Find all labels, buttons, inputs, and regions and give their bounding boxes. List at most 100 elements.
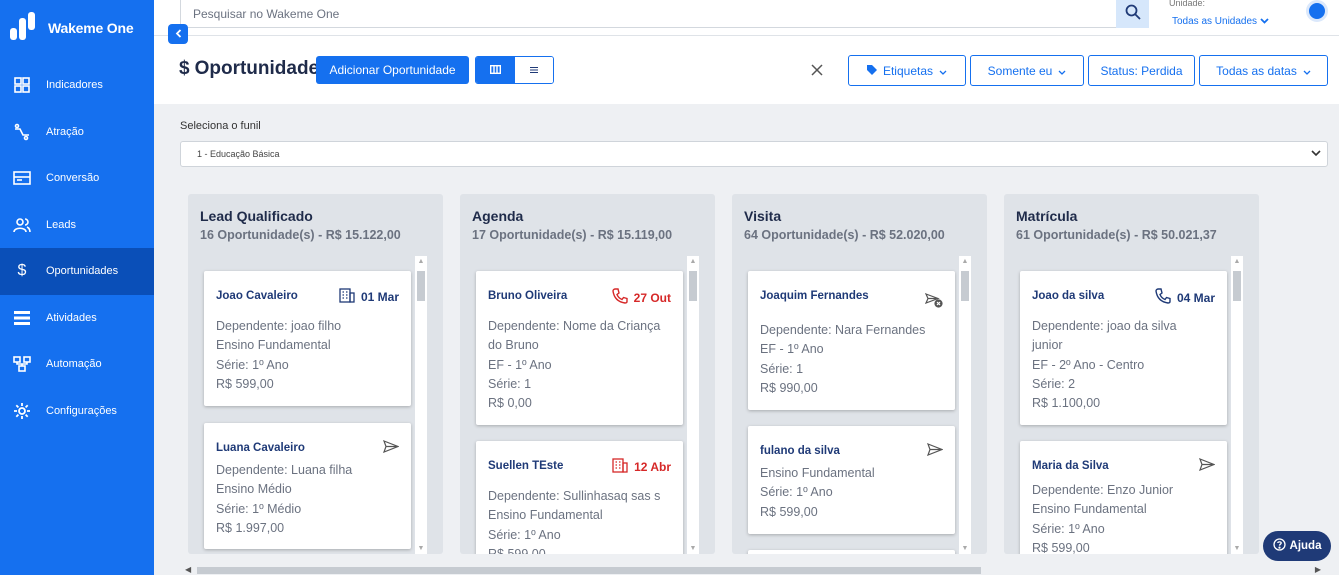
users-icon xyxy=(12,215,32,235)
tags-filter-label: Etiquetas xyxy=(882,63,934,78)
scroll-down-icon: ▼ xyxy=(961,545,969,552)
opportunity-card[interactable]: Luana Cavaleiro Dependente: Luana filha … xyxy=(204,423,411,549)
unit-label: Unidade: xyxy=(1169,0,1206,8)
card-meta: 04 Mar xyxy=(1155,288,1215,307)
card-line: R$ 1.997,00 xyxy=(216,520,285,535)
opportunity-card[interactable]: Joao da silva 04 Mar Dependente: joao da… xyxy=(1020,271,1227,425)
column-summary: 61 Oportunidade(s) - R$ 50.021,37 xyxy=(1016,228,1217,242)
collapse-sidebar-button[interactable] xyxy=(168,24,188,44)
sidebar-item-label: Conversão xyxy=(46,172,100,185)
sidebar-item-label: Leads xyxy=(46,218,76,231)
opportunity-card[interactable]: Bruno Oliveira 27 Out Dependente: Nome d… xyxy=(476,271,683,425)
card-line: R$ 599,00 xyxy=(1032,540,1090,554)
card-line: R$ 0,00 xyxy=(488,396,532,411)
tags-filter-button[interactable]: Etiquetas xyxy=(848,55,966,86)
sidebar-item-leads[interactable]: Leads xyxy=(0,202,154,249)
scroll-thumb[interactable] xyxy=(197,567,981,574)
card-line: Série: 1º Ano xyxy=(760,485,833,500)
sidebar-item-oportunidades[interactable]: $ Oportunidades xyxy=(0,248,154,295)
status-filter-button[interactable]: Status: Perdida xyxy=(1088,55,1195,86)
card-line: Série: 1º Ano xyxy=(488,527,561,542)
card-line: Dependente: Luana filha xyxy=(216,463,353,477)
sidebar-item-label: Oportunidades xyxy=(46,265,119,278)
gear-icon xyxy=(12,401,32,421)
scroll-thumb[interactable] xyxy=(961,271,969,301)
help-icon xyxy=(1272,538,1286,554)
sidebar-item-label: Automação xyxy=(46,358,102,371)
card-date: 04 Mar xyxy=(1176,290,1215,305)
card-meta: 12 Abr xyxy=(612,458,671,476)
kanban-column-matricula: Matrícula 61 Oportunidade(s) - R$ 50.021… xyxy=(1004,194,1259,554)
opportunity-card[interactable]: fulano da silva Ensino Fundamental Série… xyxy=(748,426,955,534)
sidebar-item-conversao[interactable]: Conversão xyxy=(0,155,154,202)
scroll-thumb[interactable] xyxy=(1233,271,1241,301)
unit-selector[interactable]: Todas as Unidades xyxy=(1172,16,1269,27)
sidebar-item-configuracoes[interactable]: Configurações xyxy=(0,388,154,435)
automation-icon xyxy=(12,354,32,374)
kanban-column-agenda: Agenda 17 Oportunidade(s) - R$ 15.119,00… xyxy=(460,194,715,554)
add-opportunity-button[interactable]: Adicionar Oportunidade xyxy=(316,56,469,84)
card-meta: 01 Mar xyxy=(339,288,399,306)
card-details: Dependente: Sullinhasaq sas s Ensino Fun… xyxy=(488,487,660,554)
card-details: Dependente: joao filho Ensino Fundamenta… xyxy=(216,317,341,394)
scroll-thumb[interactable] xyxy=(689,271,697,301)
opportunity-card[interactable]: Joao Cavaleiro 01 Mar Dependente: joao f… xyxy=(204,271,411,406)
card-name: Joao Cavaleiro xyxy=(216,290,298,302)
sidebar-item-atracao[interactable]: Atração xyxy=(0,109,154,156)
card-meta xyxy=(1198,457,1216,474)
column-scrollbar[interactable]: ▲ ▼ xyxy=(959,256,971,554)
board-horizontal-scrollbar[interactable]: ◀ ▶ xyxy=(183,565,1323,575)
card-meta xyxy=(926,442,944,459)
chevron-down-icon xyxy=(939,64,947,78)
scroll-thumb[interactable] xyxy=(417,271,425,301)
opportunity-card[interactable] xyxy=(748,550,955,554)
brand[interactable]: Wakeme One xyxy=(0,0,154,56)
sidebar-item-automacao[interactable]: Automação xyxy=(0,341,154,388)
card-line: Ensino Fundamental xyxy=(216,338,331,353)
opportunity-card[interactable]: Maria da Silva Dependente: Enzo Junior E… xyxy=(1020,441,1227,554)
card-date: 27 Out xyxy=(633,290,671,305)
chevron-down-icon xyxy=(1260,16,1269,27)
card-name: Luana Cavaleiro xyxy=(216,442,305,454)
funnel-selected-value: 1 - Educação Básica xyxy=(197,149,280,159)
search-placeholder: Pesquisar no Wakeme One xyxy=(193,6,340,21)
help-button[interactable]: Ajuda xyxy=(1263,531,1331,561)
funnel-select[interactable]: 1 - Educação Básica xyxy=(180,141,1328,167)
date-filter-button[interactable]: Todas as datas xyxy=(1199,55,1328,86)
card-line: Ensino Médio xyxy=(216,482,292,497)
scroll-up-icon: ▲ xyxy=(1233,258,1241,265)
search-input[interactable]: Pesquisar no Wakeme One xyxy=(180,0,1120,28)
chevron-down-icon xyxy=(1303,64,1311,78)
opportunity-card[interactable]: Joaquim Fernandes Dependente: Nara Ferna… xyxy=(748,271,955,410)
card-line: junior xyxy=(1032,338,1063,353)
only-me-filter-button[interactable]: Somente eu xyxy=(970,55,1084,86)
avatar[interactable] xyxy=(1306,0,1328,22)
card-line: Série: 1 xyxy=(760,361,804,376)
column-scrollbar[interactable]: ▲ ▼ xyxy=(687,256,699,554)
card-date: 01 Mar xyxy=(360,290,399,304)
search-button[interactable] xyxy=(1116,0,1149,28)
card-line: R$ 990,00 xyxy=(760,380,818,395)
card-date: 12 Abr xyxy=(634,460,671,474)
conversion-icon xyxy=(12,168,32,188)
column-summary: 64 Oportunidade(s) - R$ 52.020,00 xyxy=(744,228,945,242)
logo-icon xyxy=(8,10,38,47)
sidebar-item-atividades[interactable]: Atividades xyxy=(0,295,154,342)
kanban-view-button[interactable] xyxy=(476,57,514,83)
list-view-button[interactable] xyxy=(514,57,553,83)
card-line: Ensino Fundamental xyxy=(488,508,603,523)
app-name: Wakeme One xyxy=(48,20,134,36)
column-scrollbar[interactable]: ▲ ▼ xyxy=(415,256,427,554)
card-line: R$ 599,00 xyxy=(760,504,818,519)
clear-filters-button[interactable] xyxy=(811,60,823,81)
card-details: Dependente: Enzo Junior Ensino Fundament… xyxy=(1032,481,1173,554)
sidebar-item-indicadores[interactable]: Indicadores xyxy=(0,62,154,109)
column-title: Matrícula xyxy=(1016,208,1078,224)
opportunity-card[interactable]: Suellen TEste 12 Abr Dependente: Sullinh… xyxy=(476,441,683,554)
card-details: Dependente: Nome da Criança do Bruno EF … xyxy=(488,317,660,413)
scroll-right-icon: ▶ xyxy=(1314,565,1321,574)
column-title: Visita xyxy=(744,208,782,224)
column-scrollbar[interactable]: ▲ ▼ xyxy=(1231,256,1243,554)
column-summary: 16 Oportunidade(s) - R$ 15.122,00 xyxy=(200,228,401,242)
sidebar-item-label: Atividades xyxy=(46,311,97,324)
